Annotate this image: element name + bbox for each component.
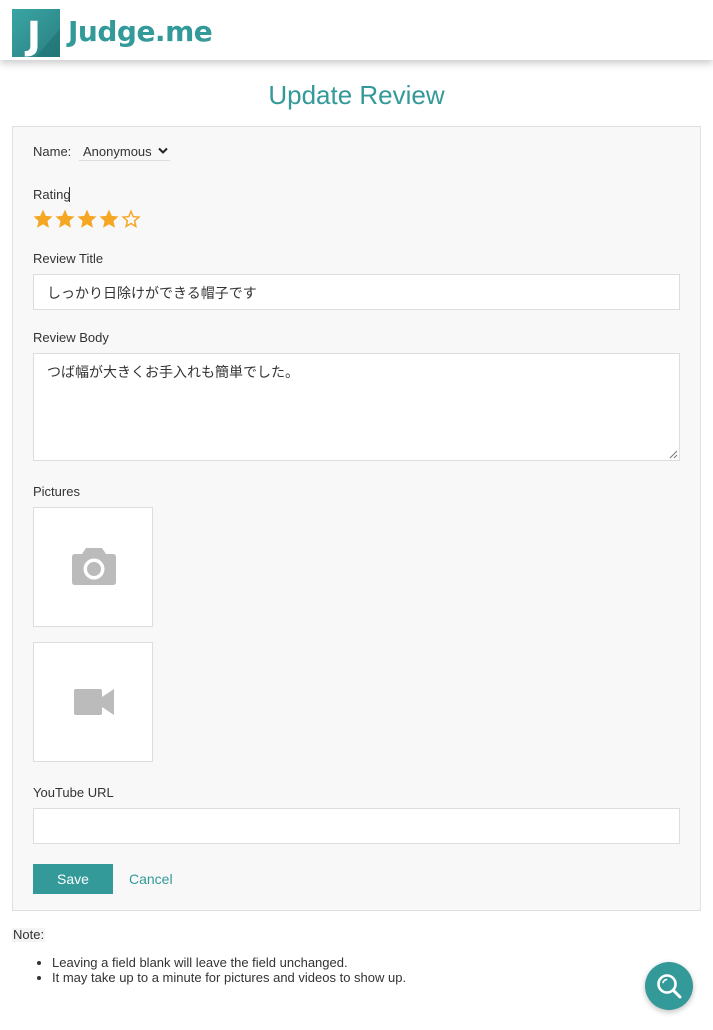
camera-icon <box>72 548 116 585</box>
youtube-url-input[interactable] <box>33 808 680 844</box>
review-body-value: つば幅が大きくお手入れも簡単でした。 <box>47 364 299 380</box>
rating-label: Rating <box>33 187 71 202</box>
star-filled-icon[interactable] <box>98 208 120 230</box>
star-filled-icon[interactable] <box>54 208 76 230</box>
picture-upload-button[interactable] <box>33 507 153 627</box>
star-filled-icon[interactable] <box>32 208 54 230</box>
name-select-value: Anonymous <box>83 144 152 159</box>
video-camera-icon <box>74 689 114 715</box>
review-title-value: しっかり日除けができる帽子です <box>47 285 257 301</box>
youtube-url-label: YouTube URL <box>33 785 114 800</box>
header: J Judge.me <box>0 0 713 60</box>
review-body-textarea[interactable]: つば幅が大きくお手入れも簡単でした。 <box>33 353 680 461</box>
page-title: Update Review <box>268 80 445 110</box>
review-title-label: Review Title <box>33 251 104 266</box>
video-upload-button[interactable] <box>33 642 153 762</box>
review-title-input[interactable]: しっかり日除けができる帽子です <box>33 274 680 310</box>
review-body-label: Review Body <box>33 330 109 345</box>
cancel-link[interactable]: Cancel <box>129 871 173 887</box>
floating-search-button[interactable] <box>645 962 693 1010</box>
resize-handle-icon[interactable] <box>669 450 678 459</box>
star-empty-icon[interactable] <box>120 208 142 230</box>
chevron-down-icon <box>158 147 168 154</box>
judgeme-logo-icon[interactable]: J <box>12 9 60 58</box>
notes-list: Leaving a field blank will leave the fie… <box>36 955 406 985</box>
list-item: Leaving a field blank will leave the fie… <box>52 955 406 970</box>
star-filled-icon[interactable] <box>76 208 98 230</box>
logo-letter: J <box>24 14 41 57</box>
text-cursor <box>69 187 70 202</box>
name-label: Name: <box>33 144 72 159</box>
list-item: It may take up to a minute for pictures … <box>52 970 406 985</box>
name-select[interactable]: Anonymous <box>79 142 170 161</box>
brand-name[interactable]: Judge.me <box>68 15 213 49</box>
note-label: Note: <box>12 927 46 942</box>
pictures-label: Pictures <box>33 484 80 499</box>
search-icon <box>657 974 682 999</box>
save-button[interactable]: Save <box>33 864 113 894</box>
